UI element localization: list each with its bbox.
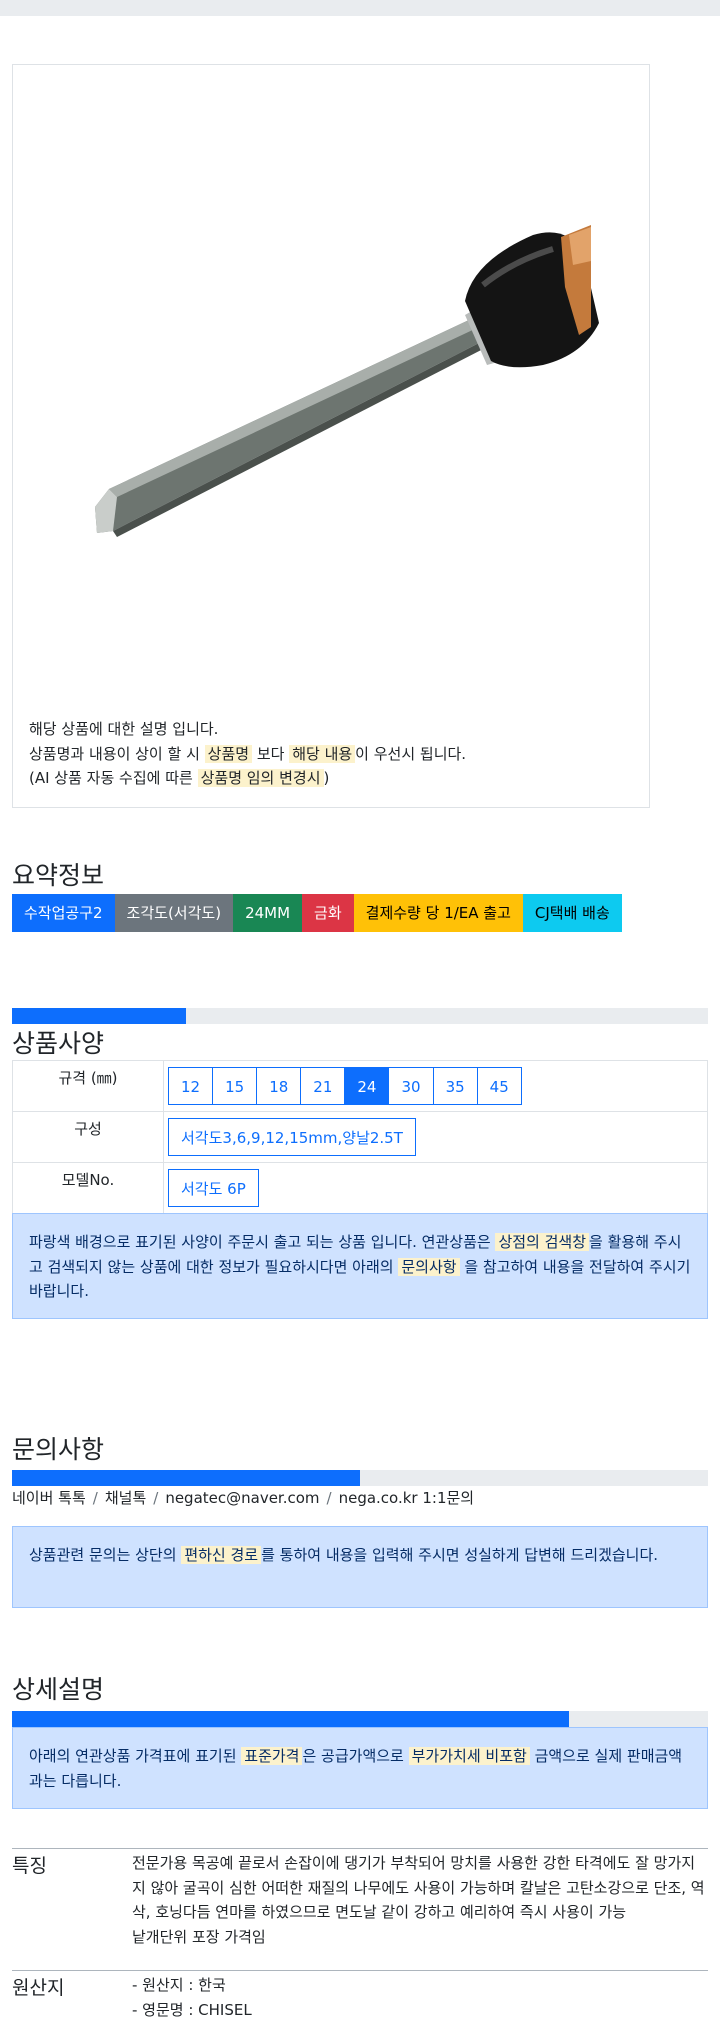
desc-line-1: 해당 상품에 대한 설명 입니다. xyxy=(29,717,466,742)
inquiry-progress-fill xyxy=(12,1470,360,1486)
summary-badge: 24MM xyxy=(233,894,302,932)
desc-line-2: 상품명과 내용이 상이 할 시 상품명 보다 해당 내용이 우선시 됩니다. xyxy=(29,742,466,767)
summary-badge: CJ택배 배송 xyxy=(523,894,622,932)
inquiry-notice: 상품관련 문의는 상단의 편하신 경로를 통하여 내용을 입력해 주시면 성실하… xyxy=(12,1526,708,1608)
spec-option[interactable]: 서각도 6P xyxy=(168,1169,259,1207)
summary-badge: 수작업공구2 xyxy=(12,894,115,932)
inquiry-channels: 네이버 톡톡/채널톡/negatec@naver.com/nega.co.kr … xyxy=(12,1487,474,1508)
product-description: 해당 상품에 대한 설명 입니다. 상품명과 내용이 상이 할 시 상품명 보다… xyxy=(29,717,466,791)
desc-line-3: (AI 상품 자동 수집에 따른 상품명 임의 변경시) xyxy=(29,766,466,791)
spec-option[interactable]: 45 xyxy=(477,1067,522,1105)
spec-option[interactable]: 21 xyxy=(300,1067,345,1105)
summary-badge: 조각도(서각도) xyxy=(115,894,234,932)
origin-value: - 원산지 : 한국 - 영문명 : CHISEL xyxy=(132,1973,708,2022)
channel-website[interactable]: nega.co.kr 1:1문의 xyxy=(339,1489,475,1507)
specs-progress xyxy=(12,1008,708,1024)
separator: / xyxy=(86,1489,105,1507)
feature-text-2: 낱개단위 포장 가격임 xyxy=(132,1925,708,1950)
desc-text: ) xyxy=(324,769,330,787)
highlight-search: 상점의 검색창 xyxy=(495,1233,589,1251)
specs-title: 상품사양 xyxy=(12,1024,104,1060)
feature-value: 전문가용 목공예 끝로서 손잡이에 댕기가 부착되어 망치를 사용한 강한 타격… xyxy=(132,1851,708,1949)
summary-badge: 금화 xyxy=(302,894,354,932)
spec-option[interactable]: 35 xyxy=(433,1067,478,1105)
spec-option[interactable]: 12 xyxy=(168,1067,213,1105)
notice-text: 아래의 연관상품 가격표에 표기된 xyxy=(29,1747,241,1765)
highlight-inquiry: 문의사항 xyxy=(398,1258,459,1276)
spec-row-size: 규격 (㎜) 1215182124303545 xyxy=(13,1061,708,1112)
highlight-vat: 부가가치세 비포함 xyxy=(409,1747,530,1765)
desc-text: 이 우선시 됩니다. xyxy=(355,745,466,763)
highlight-rename: 상품명 임의 변경시 xyxy=(198,769,324,787)
product-image xyxy=(13,65,651,705)
spec-row-model: 모델No. 서각도 6P xyxy=(13,1163,708,1214)
channel-naver-talk[interactable]: 네이버 톡톡 xyxy=(12,1489,86,1507)
notice-text: 은 공급가액으로 xyxy=(302,1747,408,1765)
origin-line-1: - 원산지 : 한국 xyxy=(132,1973,708,1998)
channel-email[interactable]: negatec@naver.com xyxy=(165,1489,319,1507)
detail-progress xyxy=(12,1711,708,1727)
inquiry-title: 문의사항 xyxy=(12,1430,104,1466)
detail-notice: 아래의 연관상품 가격표에 표기된 표준가격은 공급가액으로 부가가치세 비포함… xyxy=(12,1727,708,1809)
feature-row: 특징 전문가용 목공예 끝로서 손잡이에 댕기가 부착되어 망치를 사용한 강한… xyxy=(12,1848,708,1969)
detail-progress-fill xyxy=(12,1711,569,1727)
desc-text: 상품명과 내용이 상이 할 시 xyxy=(29,745,205,763)
summary-title: 요약정보 xyxy=(12,856,104,892)
summary-badge: 결제수량 당 1/EA 출고 xyxy=(354,894,523,932)
spec-option[interactable]: 18 xyxy=(256,1067,301,1105)
summary-badges: 수작업공구2조각도(서각도)24MM금화결제수량 당 1/EA 출고CJ택배 배… xyxy=(12,894,622,932)
spec-option[interactable]: 서각도3,6,9,12,15mm,양날2.5T xyxy=(168,1118,416,1156)
channel-channeltalk[interactable]: 채널톡 xyxy=(105,1489,146,1507)
highlight-route: 편하신 경로 xyxy=(181,1546,261,1564)
feature-text: 전문가용 목공예 끝로서 손잡이에 댕기가 부착되어 망치를 사용한 강한 타격… xyxy=(132,1851,708,1925)
spec-option[interactable]: 15 xyxy=(212,1067,257,1105)
feature-key: 특징 xyxy=(12,1851,47,1878)
highlight-content: 해당 내용 xyxy=(289,745,355,763)
origin-line-2: - 영문명 : CHISEL xyxy=(132,1998,708,2022)
origin-row: 원산지 - 원산지 : 한국 - 영문명 : CHISEL xyxy=(12,1970,708,2019)
spec-table: 규격 (㎜) 1215182124303545 구성 서각도3,6,9,12,1… xyxy=(12,1060,708,1214)
spec-key: 모델No. xyxy=(13,1163,164,1214)
detail-title: 상세설명 xyxy=(12,1670,104,1706)
origin-key: 원산지 xyxy=(12,1973,64,2000)
spec-option[interactable]: 24 xyxy=(344,1067,389,1105)
spec-key: 규격 (㎜) xyxy=(13,1061,164,1112)
separator: / xyxy=(146,1489,165,1507)
inquiry-progress xyxy=(12,1470,708,1486)
spec-key: 구성 xyxy=(13,1112,164,1163)
highlight-standard-price: 표준가격 xyxy=(241,1747,302,1765)
desc-text: (AI 상품 자동 수집에 따른 xyxy=(29,769,198,787)
highlight-product-name: 상품명 xyxy=(205,745,252,763)
specs-progress-fill xyxy=(12,1008,186,1024)
spec-options: 서각도3,6,9,12,15mm,양날2.5T xyxy=(164,1112,708,1163)
notice-text: 파랑색 배경으로 표기된 사양이 주문시 출고 되는 상품 입니다. 연관상품은 xyxy=(29,1233,495,1251)
product-card: 해당 상품에 대한 설명 입니다. 상품명과 내용이 상이 할 시 상품명 보다… xyxy=(12,64,650,808)
spec-row-composition: 구성 서각도3,6,9,12,15mm,양날2.5T xyxy=(13,1112,708,1163)
spec-options: 서각도 6P xyxy=(164,1163,708,1214)
specs-notice: 파랑색 배경으로 표기된 사양이 주문시 출고 되는 상품 입니다. 연관상품은… xyxy=(12,1213,708,1319)
top-bar xyxy=(0,0,720,16)
desc-text: 보다 xyxy=(252,745,289,763)
separator: / xyxy=(320,1489,339,1507)
spec-option[interactable]: 30 xyxy=(388,1067,433,1105)
notice-text: 를 통하여 내용을 입력해 주시면 성실하게 답변해 드리겠습니다. xyxy=(261,1546,658,1564)
spec-options: 1215182124303545 xyxy=(164,1061,708,1112)
notice-text: 상품관련 문의는 상단의 xyxy=(29,1546,181,1564)
